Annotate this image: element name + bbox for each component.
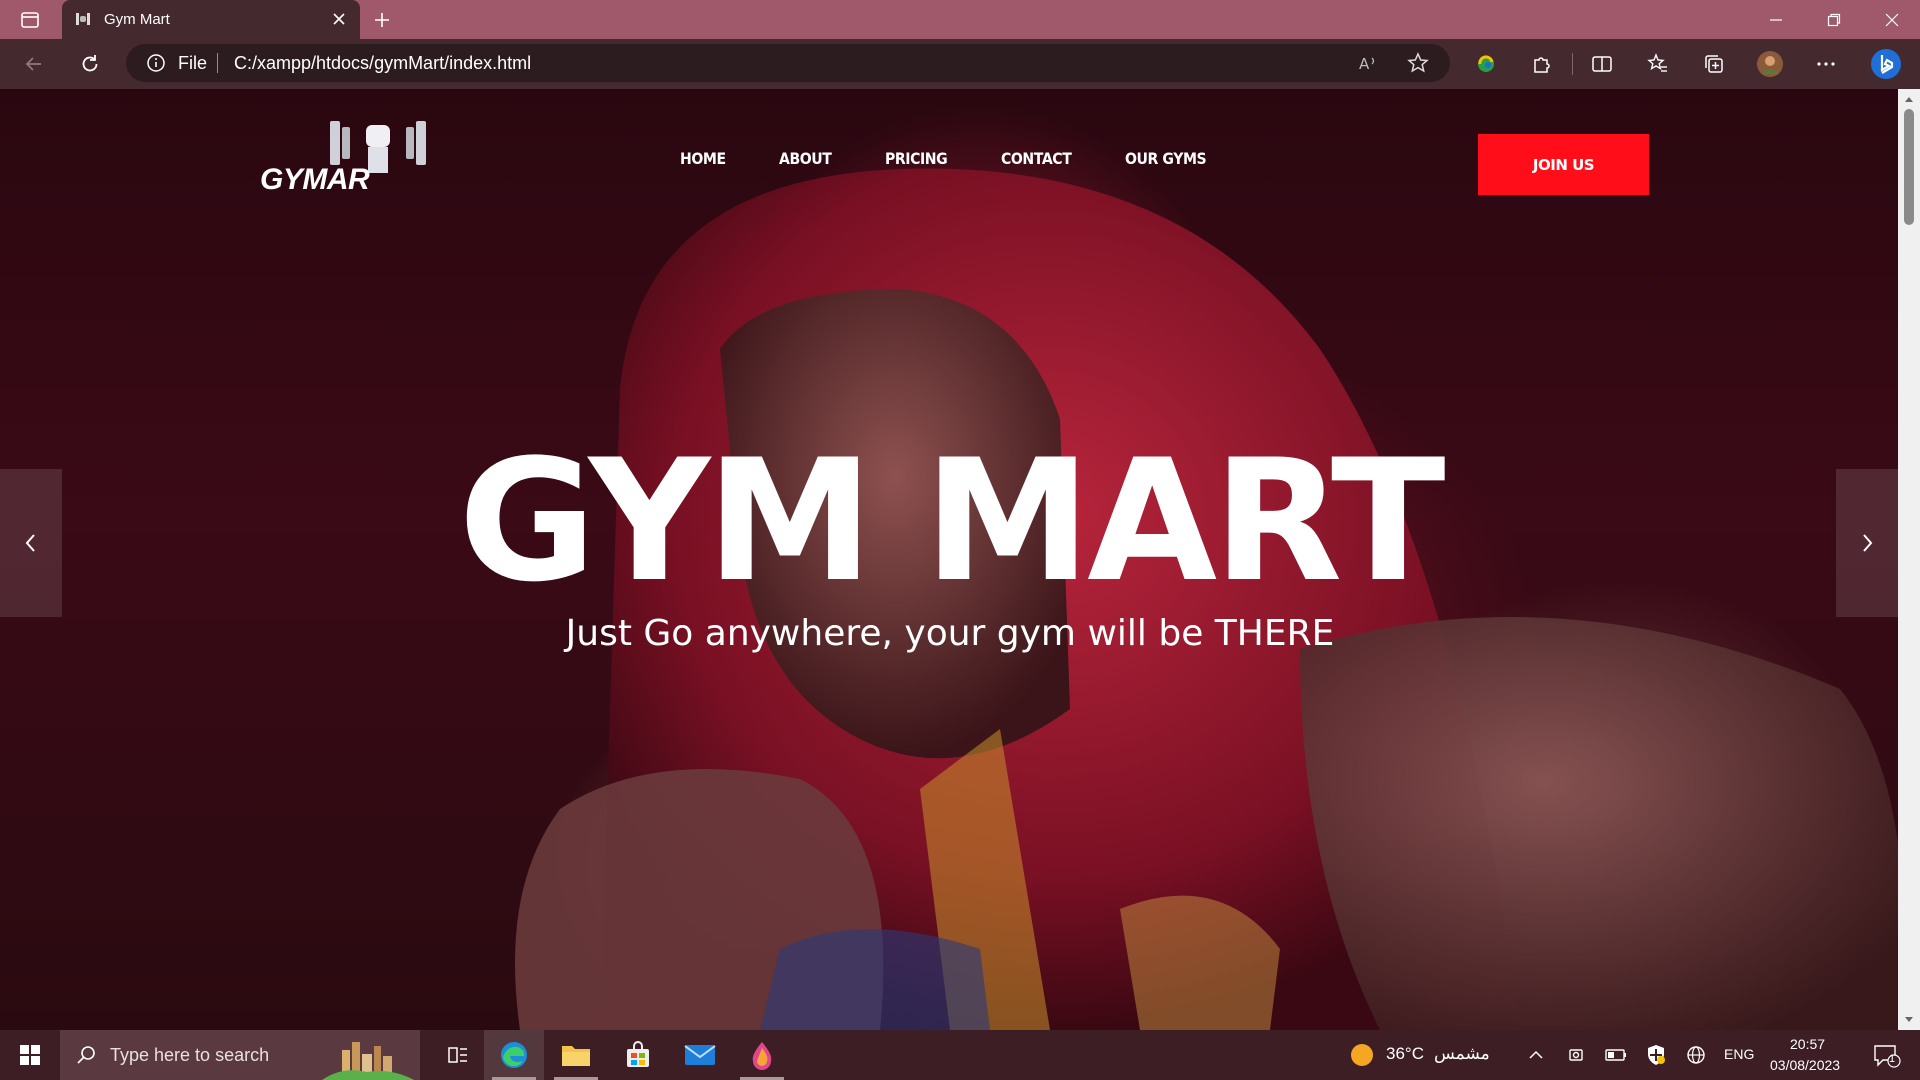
clock-time[interactable]: 20:57	[1790, 1036, 1825, 1052]
browser-toolbar: File C:/xampp/htdocs/gymMart/index.html …	[0, 39, 1920, 89]
taskbar-mail[interactable]	[670, 1030, 730, 1080]
carousel-prev-button[interactable]	[0, 469, 62, 617]
edge-browser-icon	[501, 1042, 527, 1068]
taskbar-paint-app[interactable]	[732, 1030, 792, 1080]
taskbar-search-box[interactable]: Type here to search	[60, 1030, 420, 1080]
folder-icon	[562, 1046, 590, 1066]
store-icon	[627, 1041, 649, 1067]
scrollbar-thumb[interactable]	[1904, 109, 1914, 225]
weather-condition[interactable]: مشمس	[1434, 1044, 1490, 1064]
nav-pricing[interactable]: PRICING	[885, 149, 987, 168]
browser-tab[interactable]: Gym Mart	[62, 0, 360, 39]
site-navigation: HOME ABOUT PRICING CONTACT OUR GYMS	[680, 149, 1235, 168]
favorites-icon[interactable]	[1642, 48, 1674, 80]
close-window-icon[interactable]	[1864, 0, 1920, 39]
site-logo[interactable]: GYMAR	[256, 117, 426, 207]
search-placeholder: Type here to search	[110, 1045, 270, 1065]
mail-icon	[684, 1045, 716, 1065]
camera-tray-icon[interactable]	[1564, 1043, 1588, 1067]
split-screen-icon[interactable]	[1586, 48, 1618, 80]
network-globe-icon[interactable]	[1684, 1043, 1708, 1067]
extension-colorful-icon[interactable]	[1470, 48, 1502, 80]
hero-subtitle: Just Go anywhere, your gym will be THERE	[565, 613, 1335, 654]
taskbar-store[interactable]	[608, 1030, 668, 1080]
info-icon[interactable]	[146, 53, 166, 73]
restore-icon[interactable]	[1806, 0, 1862, 39]
scheme-label: File	[178, 53, 208, 73]
clock-date[interactable]: 03/08/2023	[1770, 1057, 1840, 1073]
nav-our-gyms[interactable]: OUR GYMS	[1125, 149, 1222, 168]
scroll-up-arrow-icon[interactable]	[1903, 93, 1915, 105]
taskbar-file-explorer[interactable]	[546, 1030, 606, 1080]
minimize-icon[interactable]	[1748, 0, 1804, 39]
hero-title: GYM MART	[458, 423, 1445, 619]
show-hidden-icons-chevron-icon[interactable]	[1524, 1043, 1548, 1067]
search-icon	[77, 1046, 95, 1064]
chevron-right-icon	[1863, 534, 1873, 552]
bing-copilot-icon[interactable]	[1870, 48, 1902, 80]
language-indicator[interactable]: ENG	[1724, 1046, 1754, 1062]
back-icon[interactable]	[18, 48, 50, 80]
page-viewport: GYMAR HOME ABOUT PRICING CONTACT OUR GYM…	[0, 89, 1920, 1030]
extensions-puzzle-icon[interactable]	[1526, 48, 1558, 80]
join-us-button[interactable]: JOIN US	[1478, 134, 1649, 195]
collections-icon[interactable]	[1698, 48, 1730, 80]
address-separator	[217, 53, 218, 73]
tab-title: Gym Mart	[104, 11, 170, 28]
sunny-weather-icon	[1351, 1044, 1373, 1066]
task-view-icon[interactable]	[428, 1030, 488, 1080]
logo-wordmark: GYMAR	[260, 163, 370, 196]
battery-icon[interactable]	[1604, 1043, 1628, 1067]
weather-temperature[interactable]: 36°C	[1386, 1044, 1424, 1064]
carousel-next-button[interactable]	[1836, 469, 1898, 617]
close-tab-icon[interactable]	[328, 8, 350, 30]
refresh-icon[interactable]	[74, 48, 106, 80]
favorite-star-icon[interactable]	[1406, 51, 1430, 75]
taskbar-edge-app[interactable]	[484, 1030, 544, 1080]
security-shield-icon[interactable]	[1644, 1043, 1668, 1067]
page-scrollbar[interactable]	[1898, 89, 1920, 1030]
nav-home[interactable]: HOME	[680, 149, 767, 168]
chevron-left-icon	[25, 534, 35, 552]
start-windows-icon[interactable]	[0, 1030, 60, 1080]
url-text[interactable]: C:/xampp/htdocs/gymMart/index.html	[234, 53, 531, 74]
windows-taskbar: Type here to search 36°C مشمس ENG 20:57 …	[0, 1030, 1920, 1080]
new-tab-button[interactable]	[368, 6, 396, 34]
paint-drop-icon	[752, 1042, 772, 1070]
more-options-icon[interactable]	[1810, 48, 1842, 80]
svg-text:A: A	[1359, 55, 1370, 73]
search-highlight-city-icon	[322, 1042, 414, 1080]
tab-actions-icon[interactable]	[18, 8, 42, 32]
address-bar[interactable]: File C:/xampp/htdocs/gymMart/index.html …	[126, 44, 1450, 82]
notifications-icon[interactable]: 1	[1872, 1042, 1902, 1070]
toolbar-separator	[1572, 53, 1573, 75]
browser-titlebar: Gym Mart	[0, 0, 1920, 39]
gym-favicon-icon	[76, 13, 90, 25]
nav-about[interactable]: ABOUT	[779, 149, 872, 168]
read-aloud-icon[interactable]: A	[1356, 51, 1380, 75]
notification-count: 1	[1889, 1053, 1896, 1065]
profile-avatar-icon[interactable]	[1754, 48, 1786, 80]
nav-contact[interactable]: CONTACT	[1001, 149, 1110, 168]
scroll-down-arrow-icon[interactable]	[1903, 1014, 1915, 1026]
